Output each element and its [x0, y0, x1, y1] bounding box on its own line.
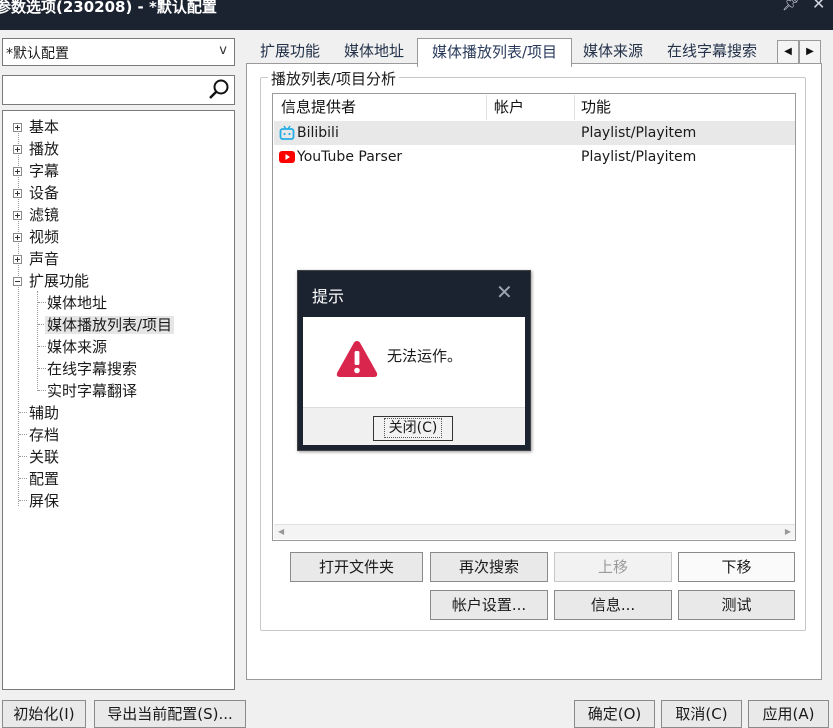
dialog-body: 无法运作。 关闭(C) — [303, 317, 525, 445]
horizontal-scrollbar[interactable]: ◀ ▶ — [274, 524, 795, 539]
ok-button[interactable]: 确定(O) — [574, 700, 655, 728]
collapse-icon[interactable] — [13, 277, 22, 286]
profile-value: *默认配置 — [6, 46, 69, 62]
tree-item-filters[interactable]: 滤镜 — [13, 204, 61, 226]
table-row[interactable]: YouTube Parser Playlist/Playitem — [274, 145, 795, 169]
apply-button[interactable]: 应用(A) — [748, 700, 829, 728]
expand-icon[interactable] — [13, 255, 22, 264]
expand-icon[interactable] — [13, 123, 22, 132]
tree-item-screensaver[interactable]: 屏保 — [27, 490, 61, 512]
title-bar: 参数选项(230208) - *默认配置 📌︎ ✕ — [0, 0, 833, 30]
tree-item-profiles[interactable]: 配置 — [27, 468, 61, 490]
youtube-icon — [279, 151, 295, 163]
scroll-left-icon[interactable]: ◀ — [278, 525, 284, 539]
tree-item-realtime-subtitle-translation[interactable]: 实时字幕翻译 — [45, 380, 139, 402]
cancel-button[interactable]: 取消(C) — [661, 700, 742, 728]
open-folder-button[interactable]: 打开文件夹 — [290, 552, 423, 582]
column-header-account[interactable]: 帐户 — [494, 95, 575, 120]
expand-icon[interactable] — [13, 189, 22, 198]
function-value: Playlist/Playitem — [581, 149, 697, 165]
profile-select[interactable]: *默认配置 v — [2, 38, 235, 66]
tab-scroll-right-icon[interactable]: ▶ — [799, 40, 821, 64]
pin-icon[interactable]: 📌︎ — [782, 0, 800, 12]
expand-icon[interactable] — [13, 233, 22, 242]
expand-icon[interactable] — [13, 145, 22, 154]
settings-tree: 基本 播放 字幕 设备 滤镜 视频 声音 扩展功能 媒体地址 媒体播放列表/项目… — [2, 110, 235, 690]
search-again-button[interactable]: 再次搜索 — [430, 552, 548, 582]
tab-media-playlist[interactable]: 媒体播放列表/项目 — [417, 38, 572, 67]
tree-item-accessibility[interactable]: 辅助 — [27, 402, 61, 424]
tree-item-playback[interactable]: 播放 — [13, 138, 61, 160]
tree-item-associations[interactable]: 关联 — [27, 446, 61, 468]
tree-item-audio[interactable]: 声音 — [13, 248, 61, 270]
provider-name: YouTube Parser — [297, 149, 403, 165]
table-row[interactable]: Bilibili Playlist/Playitem — [274, 121, 795, 145]
warning-icon — [336, 341, 378, 377]
tree-item-media-playlist[interactable]: 媒体播放列表/项目 — [45, 314, 175, 336]
move-down-button[interactable]: 下移 — [678, 552, 795, 582]
expand-icon[interactable] — [13, 211, 22, 220]
scroll-right-icon[interactable]: ▶ — [785, 525, 791, 539]
dialog-close-label: 关闭(C) — [383, 418, 443, 438]
column-header-function[interactable]: 功能 — [581, 95, 794, 120]
tab-media-source[interactable]: 媒体来源 — [574, 38, 652, 64]
column-header-provider[interactable]: 信息提供者 — [281, 95, 487, 120]
tree-item-video[interactable]: 视频 — [13, 226, 61, 248]
dialog-close-button[interactable]: 关闭(C) — [373, 416, 453, 441]
search-input[interactable] — [3, 76, 206, 102]
move-up-button[interactable]: 上移 — [554, 552, 672, 582]
tree-item-archive[interactable]: 存档 — [27, 424, 61, 446]
initialize-button[interactable]: 初始化(I) — [2, 700, 86, 728]
chevron-down-icon: v — [219, 43, 227, 58]
tab-extensions[interactable]: 扩展功能 — [250, 38, 330, 64]
tree-item-media-source[interactable]: 媒体来源 — [45, 336, 109, 358]
window-title: 参数选项(230208) - *默认配置 — [0, 0, 217, 16]
search-icon[interactable] — [207, 78, 231, 102]
tree-item-subtitles[interactable]: 字幕 — [13, 160, 61, 182]
provider-name: Bilibili — [297, 125, 339, 141]
alert-dialog: 提示 ✕ 无法运作。 关闭(C) — [297, 270, 531, 451]
tab-scroll-left-icon[interactable]: ◀ — [777, 40, 799, 64]
dialog-footer: 关闭(C) — [303, 407, 525, 445]
tree-item-media-address[interactable]: 媒体地址 — [45, 292, 109, 314]
bilibili-icon — [279, 125, 295, 140]
dialog-message: 无法运作。 — [387, 347, 463, 365]
tree-item-basic[interactable]: 基本 — [13, 116, 61, 138]
close-icon[interactable]: ✕ — [812, 0, 825, 13]
search-box — [2, 75, 235, 105]
account-settings-button[interactable]: 帐户设置... — [430, 590, 548, 620]
tree-item-devices[interactable]: 设备 — [13, 182, 61, 204]
info-button[interactable]: 信息... — [554, 590, 672, 620]
export-profile-button[interactable]: 导出当前配置(S)... — [94, 700, 246, 728]
tab-online-subtitle-search[interactable]: 在线字幕搜索 — [657, 38, 767, 64]
group-title: 播放列表/项目分析 — [268, 68, 400, 89]
tab-media-address[interactable]: 媒体地址 — [336, 38, 412, 64]
tree-item-online-subtitle-search[interactable]: 在线字幕搜索 — [45, 358, 139, 380]
expand-icon[interactable] — [13, 167, 22, 176]
dialog-title: 提示 — [312, 287, 345, 306]
dialog-close-icon[interactable]: ✕ — [496, 280, 513, 304]
function-value: Playlist/Playitem — [581, 125, 697, 141]
tree-item-extensions[interactable]: 扩展功能 — [13, 270, 91, 292]
test-button[interactable]: 测试 — [678, 590, 795, 620]
